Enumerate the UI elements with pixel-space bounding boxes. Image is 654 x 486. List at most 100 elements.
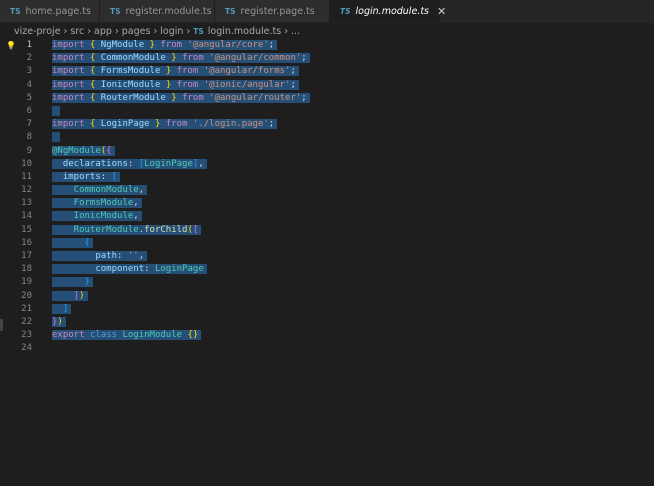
code-token: '@ionic/angular' <box>203 79 291 90</box>
selection: import { LoginPage } from './login.page'… <box>52 119 278 130</box>
selection: ] <box>52 303 72 314</box>
tab-login-module-ts[interactable]: TS login.module.ts ✕ <box>330 0 446 22</box>
breadcrumb-item[interactable]: vize-proje <box>14 26 61 37</box>
tab-register-page-ts[interactable]: TS register.page.ts <box>215 0 330 22</box>
code-content <box>52 105 61 118</box>
code-token: ) <box>57 316 63 327</box>
line-number: 13 <box>21 198 32 209</box>
breadcrumb-item[interactable]: pages <box>122 26 151 37</box>
tab-label: register.page.ts <box>240 5 315 17</box>
code-line[interactable]: 16 { <box>0 237 654 250</box>
selection: RouterModule.forChild([ <box>52 224 202 235</box>
code-token: import <box>52 79 85 90</box>
code-line[interactable]: 11 imports: [ <box>0 171 654 184</box>
code-token: FormsModule <box>95 66 166 77</box>
code-line[interactable]: 23 export class LoginModule {} <box>0 329 654 342</box>
code-token: component <box>52 264 145 275</box>
code-line[interactable]: 15 RouterModule.forChild([ <box>0 224 654 237</box>
code-token: from <box>165 119 188 130</box>
code-editor[interactable]: 💡 1 import { NgModule } from '@angular/cor… <box>0 39 654 356</box>
code-line[interactable]: 💡 1 import { NgModule } from '@angular/cor… <box>0 39 654 52</box>
code-line[interactable]: 7 import { LoginPage } from './login.page… <box>0 118 654 131</box>
code-token: [ <box>192 224 199 235</box>
code-token: LoginPage <box>144 158 193 169</box>
code-content: IonicModule, <box>52 210 142 223</box>
code-content: declarations: [LoginPage], <box>52 158 207 171</box>
code-token: RouterModule <box>52 224 139 235</box>
breadcrumb-item[interactable]: login <box>160 26 183 37</box>
selection: declarations: [LoginPage], <box>52 158 207 169</box>
code-line[interactable]: 6 <box>0 105 654 118</box>
code-line[interactable]: 24 <box>0 342 654 355</box>
code-token: import <box>52 119 85 130</box>
code-content: imports: [ <box>52 171 121 184</box>
typescript-file-icon: TS <box>10 6 21 16</box>
code-line[interactable]: 10 declarations: [LoginPage], <box>0 158 654 171</box>
code-token: FormsModule <box>52 198 134 209</box>
code-content: export class LoginModule {} <box>52 329 202 342</box>
code-token: CommonModule <box>95 53 172 64</box>
code-line[interactable]: 9 @NgModule({ <box>0 145 654 158</box>
code-line[interactable]: 2 import { CommonModule } from '@angular/… <box>0 52 654 65</box>
code-content: import { FormsModule } from '@angular/fo… <box>52 65 299 78</box>
breadcrumb-more[interactable]: ... <box>291 26 300 37</box>
line-number: 5 <box>26 92 32 103</box>
tab-register-module-ts[interactable]: TS register.module.ts <box>100 0 215 22</box>
code-token: import <box>52 92 85 103</box>
code-line[interactable]: 17 path: '', <box>0 250 654 263</box>
chevron-right-icon: › <box>63 25 68 37</box>
code-token: ; <box>290 79 296 90</box>
tab-label: register.module.ts <box>125 5 212 17</box>
code-token: RouterModule <box>95 92 172 103</box>
code-token: path <box>52 251 118 261</box>
code-token: from <box>182 53 204 64</box>
code-token: CommonModule <box>52 185 139 196</box>
selection: CommonModule, <box>52 185 148 196</box>
code-line[interactable]: 22}) <box>0 316 654 329</box>
code-line[interactable]: 8 <box>0 131 654 144</box>
code-token: ; <box>290 66 296 77</box>
code-token: imports <box>52 171 101 182</box>
code-token: LoginPage <box>154 264 204 275</box>
code-line[interactable]: 4 import { IonicModule } from '@ionic/ang… <box>0 79 654 92</box>
code-token: ; <box>268 40 275 50</box>
code-token: ) <box>79 290 85 301</box>
breadcrumb: vize-proje › src › app › pages › login › TS login.m… <box>0 23 654 39</box>
code-token: import <box>52 40 85 50</box>
selection: path: '', <box>52 251 148 261</box>
selection: import { RouterModule } from '@angular/r… <box>52 92 310 103</box>
code-line[interactable]: 21 ] <box>0 303 654 316</box>
chevron-right-icon: › <box>284 25 289 37</box>
tab-home-page-ts[interactable]: TS home.page.ts <box>0 0 100 22</box>
breadcrumb-item[interactable]: src <box>70 26 84 37</box>
close-icon[interactable]: ✕ <box>437 5 446 18</box>
code-token: LoginModule <box>122 330 183 341</box>
selection: { <box>52 237 93 248</box>
line-number: 2 <box>26 53 32 64</box>
code-line[interactable]: 5 import { RouterModule } from '@angular/… <box>0 92 654 105</box>
code-token: from <box>160 40 183 50</box>
code-line[interactable]: 19 } <box>0 276 654 289</box>
code-line[interactable]: 3 import { FormsModule } from '@angular/f… <box>0 65 654 78</box>
line-number: 9 <box>26 145 32 156</box>
selection: imports: [ <box>52 171 121 182</box>
code-token: ; <box>268 119 275 130</box>
breadcrumb-file[interactable]: login.module.ts <box>208 26 281 37</box>
line-number: 7 <box>26 119 32 130</box>
code-line[interactable]: 20 ]) <box>0 290 654 303</box>
code-line[interactable]: 12 CommonModule, <box>0 184 654 197</box>
code-token: ; <box>301 53 307 64</box>
code-line[interactable]: 13 FormsModule, <box>0 197 654 210</box>
code-token: import <box>52 66 85 77</box>
code-token: : <box>144 264 155 275</box>
line-number: 14 <box>21 211 32 222</box>
code-line[interactable]: 14 IonicModule, <box>0 210 654 223</box>
breadcrumb-item[interactable]: app <box>94 26 112 37</box>
selection: } <box>52 277 93 288</box>
line-number: 8 <box>26 132 32 143</box>
line-number: 20 <box>21 290 32 301</box>
line-number: 22 <box>21 316 32 327</box>
code-line[interactable]: 18 component: LoginPage <box>0 263 654 276</box>
